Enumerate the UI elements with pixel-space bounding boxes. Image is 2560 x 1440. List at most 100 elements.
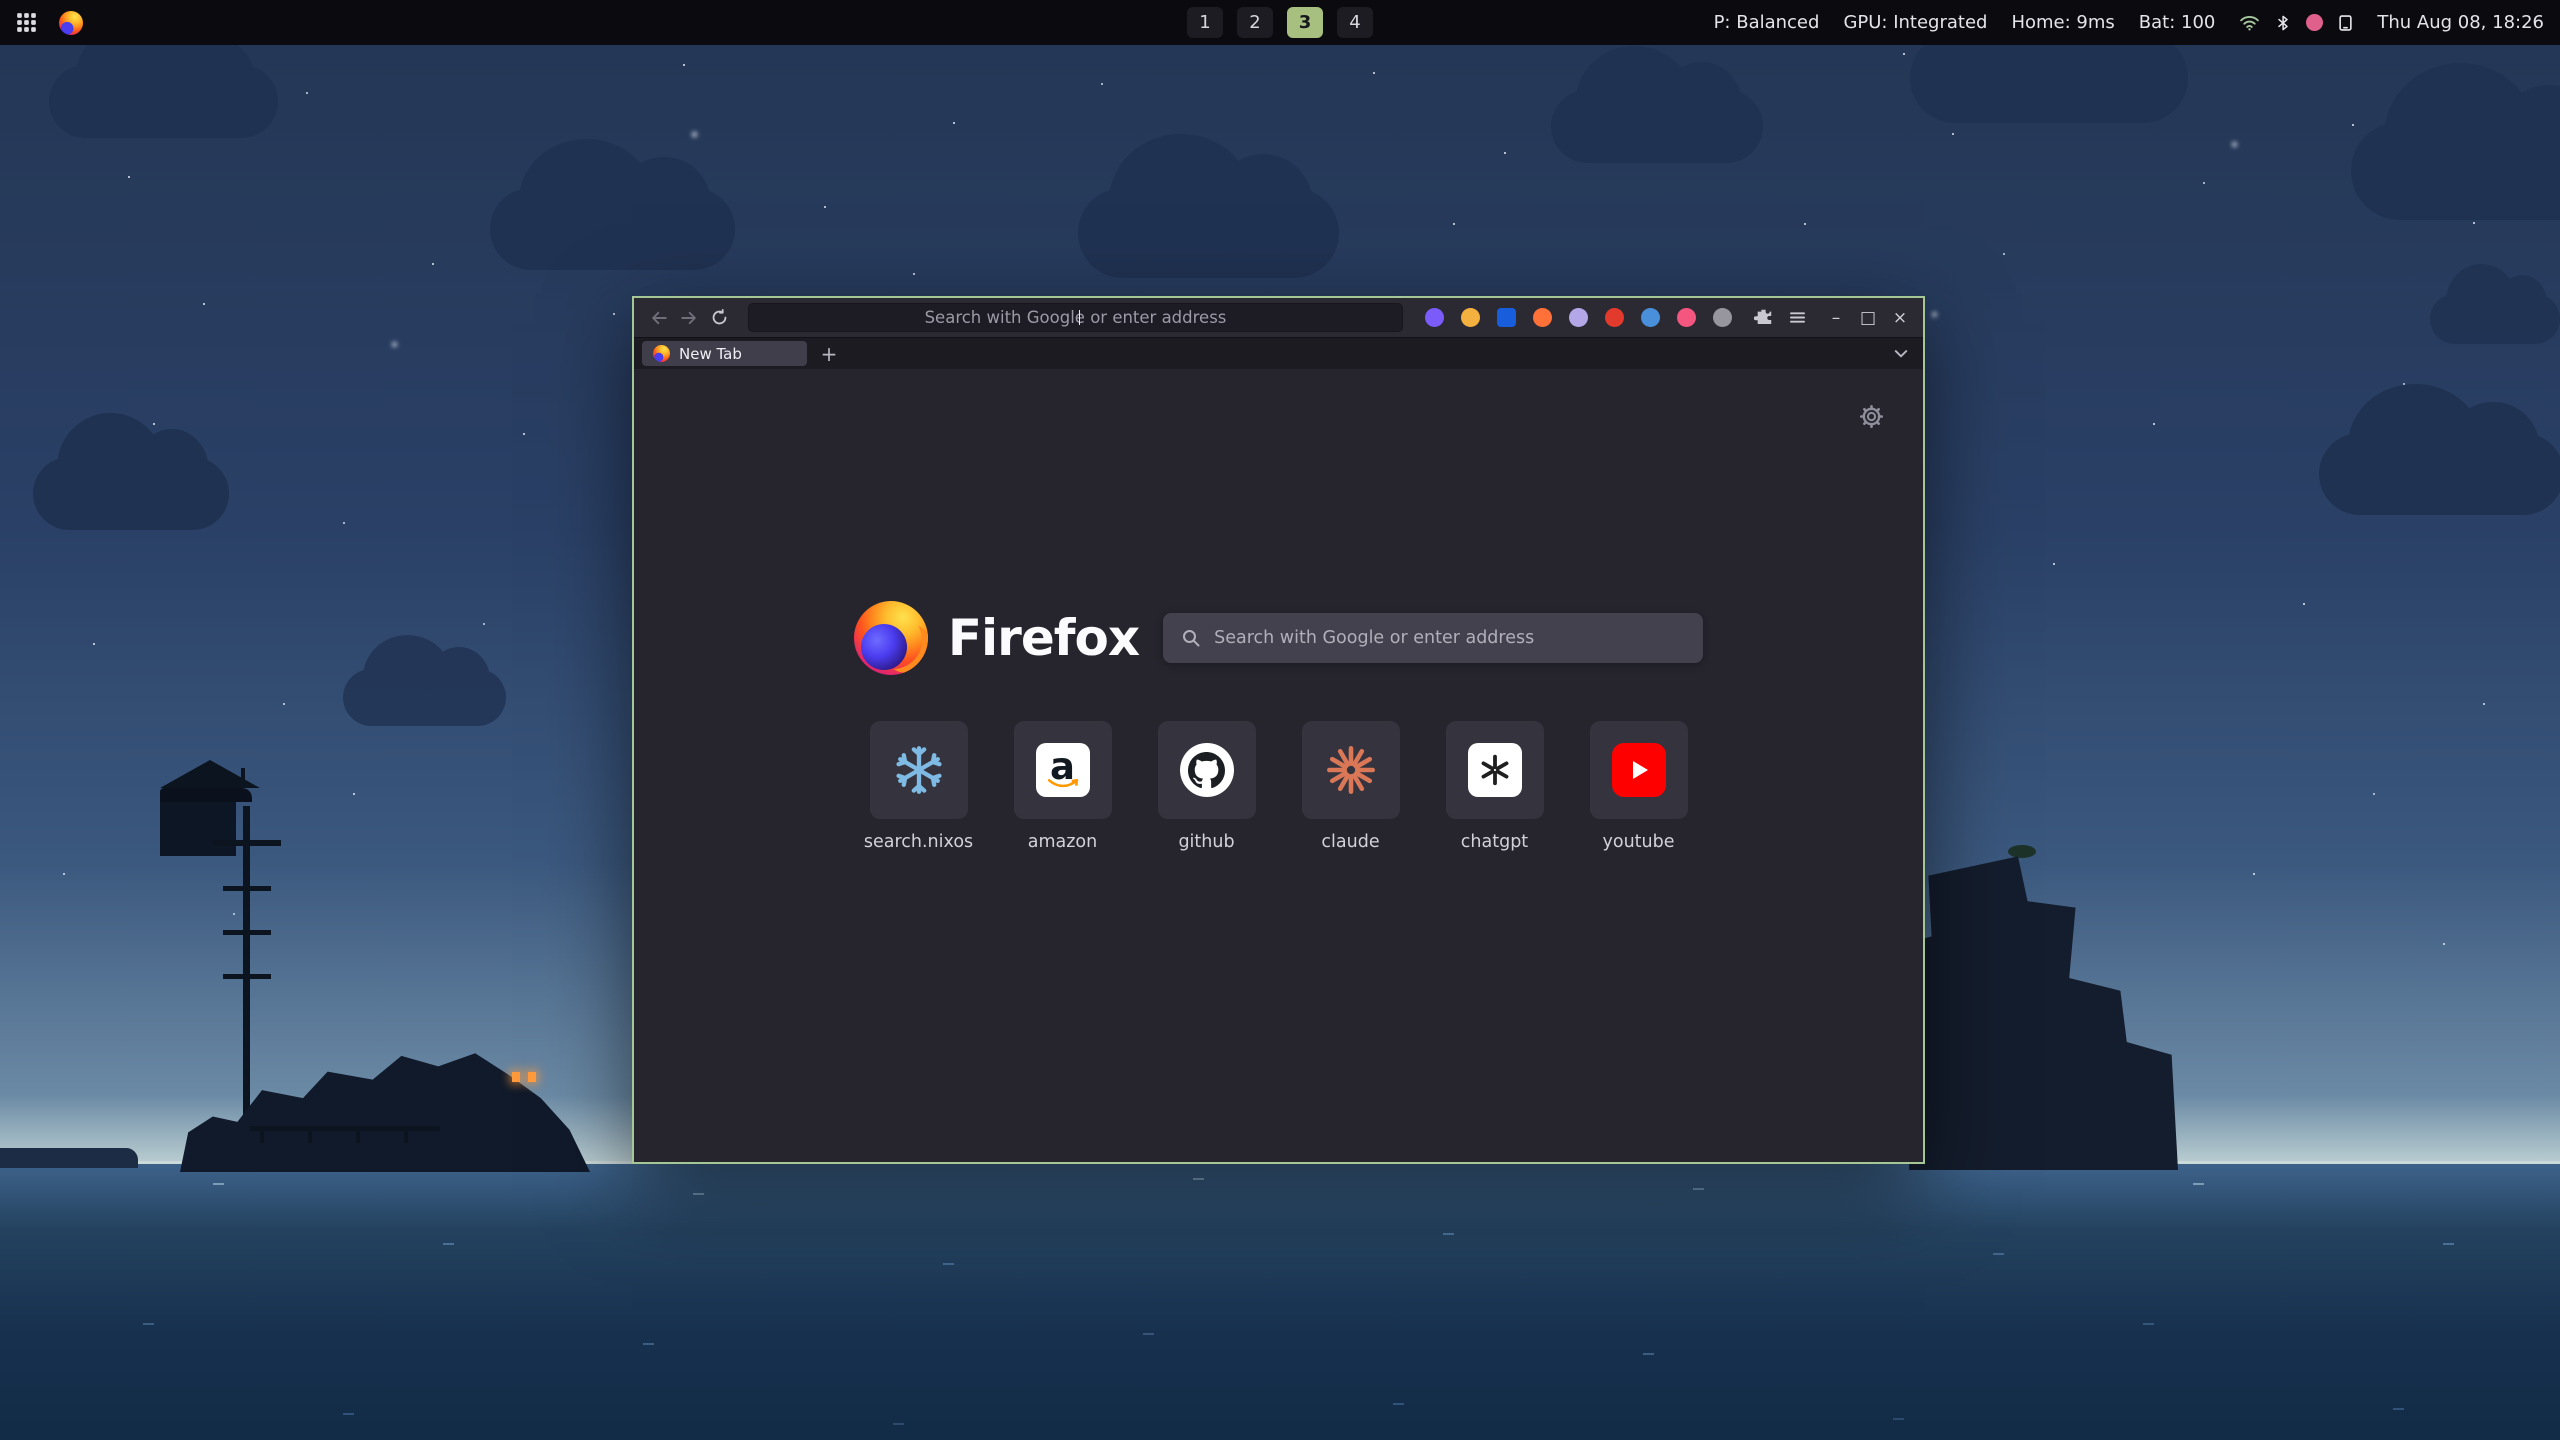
extension-icon[interactable] xyxy=(1713,308,1732,327)
topbar-left xyxy=(16,11,83,35)
cliff-bush xyxy=(2008,845,2036,858)
claude-icon xyxy=(1326,745,1376,795)
workspace-button-2[interactable]: 2 xyxy=(1237,7,1273,38)
display-icon[interactable] xyxy=(2338,14,2353,32)
extension-icon[interactable] xyxy=(1425,308,1444,327)
extension-icon[interactable] xyxy=(1533,308,1552,327)
bitwarden-extension-icon[interactable] xyxy=(1497,308,1516,327)
shortcut-tiles: search.nixos a amazon xyxy=(870,721,1688,852)
pier xyxy=(250,1126,440,1131)
firefox-logo-icon xyxy=(854,601,928,675)
extension-icon[interactable] xyxy=(1461,308,1480,327)
tower-crossbar xyxy=(223,974,271,979)
tower-crossbar xyxy=(223,930,271,935)
shortcut-tile-youtube[interactable]: youtube xyxy=(1590,721,1688,852)
top-status-bar: 1 2 3 4 P: Balanced GPU: Integrated Home… xyxy=(0,0,2560,45)
shortcut-tile-chatgpt[interactable]: chatgpt xyxy=(1446,721,1544,852)
shortcut-tile-github[interactable]: github xyxy=(1158,721,1256,852)
url-input[interactable] xyxy=(749,304,1402,331)
window-controls: – □ × xyxy=(1815,305,1913,331)
url-bar[interactable] xyxy=(748,303,1403,332)
wallpaper-cloud xyxy=(1551,90,1763,163)
pier-post xyxy=(356,1131,360,1143)
newtab-search-input[interactable] xyxy=(1214,628,1685,648)
newtab-search-bar[interactable] xyxy=(1163,613,1703,663)
wallpaper-cloud xyxy=(490,188,735,270)
pier-post xyxy=(260,1131,264,1143)
tile-label: youtube xyxy=(1603,832,1675,852)
wallpaper-cloud xyxy=(49,65,278,138)
nixos-snowflake-icon xyxy=(893,744,945,796)
tab-title: New Tab xyxy=(679,345,742,363)
workspace-button-1[interactable]: 1 xyxy=(1187,7,1223,38)
workspace-button-4[interactable]: 4 xyxy=(1337,7,1373,38)
tile-box xyxy=(1590,721,1688,819)
forward-icon[interactable] xyxy=(674,303,704,333)
maximize-button[interactable]: □ xyxy=(1855,305,1881,331)
hut-lit-window xyxy=(512,1072,520,1082)
firefox-favicon xyxy=(653,345,670,362)
youtube-icon xyxy=(1612,743,1666,797)
chevron-down-icon[interactable] xyxy=(1887,349,1915,359)
gear-icon[interactable] xyxy=(1858,403,1885,434)
wifi-icon[interactable] xyxy=(2239,14,2260,32)
extension-icon[interactable] xyxy=(1605,308,1624,327)
search-icon xyxy=(1181,628,1201,648)
accent-dot-icon[interactable] xyxy=(2306,14,2323,31)
tile-label: chatgpt xyxy=(1461,832,1528,852)
extension-toolbar xyxy=(1417,308,1740,327)
brand-and-search: Firefox xyxy=(854,601,1703,675)
firefox-wordmark: Firefox xyxy=(948,609,1139,667)
wallpaper-cloud xyxy=(1910,33,2188,123)
apps-grid-icon[interactable] xyxy=(16,12,37,33)
shortcut-tile-amazon[interactable]: a amazon xyxy=(1014,721,1112,852)
minimize-button[interactable]: – xyxy=(1823,305,1849,331)
reload-icon[interactable] xyxy=(704,303,734,333)
tower-crossbar xyxy=(223,886,271,891)
wallpaper-cloud xyxy=(343,669,506,726)
github-icon xyxy=(1180,743,1234,797)
extension-icon[interactable] xyxy=(1677,308,1696,327)
workspace-button-3-active[interactable]: 3 xyxy=(1287,7,1323,38)
ping-module: Home: 9ms xyxy=(2011,12,2114,33)
shortcut-tile-claude[interactable]: claude xyxy=(1302,721,1400,852)
wallpaper-distant-island xyxy=(0,1148,138,1168)
tile-box: a xyxy=(1014,721,1112,819)
clock: Thu Aug 08, 18:26 xyxy=(2377,12,2544,33)
tower-pole xyxy=(243,806,250,1128)
extension-icon[interactable] xyxy=(1641,308,1660,327)
browser-toolbar: – □ × xyxy=(634,298,1923,338)
new-tab-page: Firefox xyxy=(634,369,1923,1162)
tab-new-tab[interactable]: New Tab xyxy=(642,341,807,366)
menu-hamburger-icon[interactable] xyxy=(1788,308,1807,327)
tower-roof xyxy=(160,760,260,788)
tile-label: claude xyxy=(1321,832,1379,852)
tower-platform xyxy=(213,840,281,846)
firefox-icon[interactable] xyxy=(59,11,83,35)
wallpaper-ocean xyxy=(0,1164,2560,1440)
island-rocks xyxy=(180,1040,590,1172)
hut-roof xyxy=(160,788,252,802)
bluetooth-icon[interactable] xyxy=(2275,14,2291,32)
tile-box xyxy=(1158,721,1256,819)
close-button[interactable]: × xyxy=(1887,305,1913,331)
wallpaper-cloud xyxy=(33,457,229,530)
newtab-center: Firefox xyxy=(634,601,1923,852)
topbar-right: P: Balanced GPU: Integrated Home: 9ms Ba… xyxy=(1714,12,2544,33)
shortcut-tile-search-nixos[interactable]: search.nixos xyxy=(870,721,968,852)
chatgpt-icon xyxy=(1468,743,1522,797)
new-tab-button[interactable]: + xyxy=(816,341,842,366)
tile-box xyxy=(1302,721,1400,819)
pier-post xyxy=(308,1131,312,1143)
extension-icon[interactable] xyxy=(1569,308,1588,327)
amazon-icon: a xyxy=(1036,743,1090,797)
workspace-switcher: 1 2 3 4 xyxy=(1187,7,1373,38)
tile-box xyxy=(870,721,968,819)
wallpaper-watchtower-island xyxy=(160,760,630,1172)
pier-post xyxy=(404,1131,408,1143)
gpu-module: GPU: Integrated xyxy=(1843,12,1987,33)
toolbar-actions xyxy=(1740,308,1815,327)
extensions-puzzle-icon[interactable] xyxy=(1754,308,1773,327)
back-icon[interactable] xyxy=(644,303,674,333)
battery-module: Bat: 100 xyxy=(2139,12,2216,33)
